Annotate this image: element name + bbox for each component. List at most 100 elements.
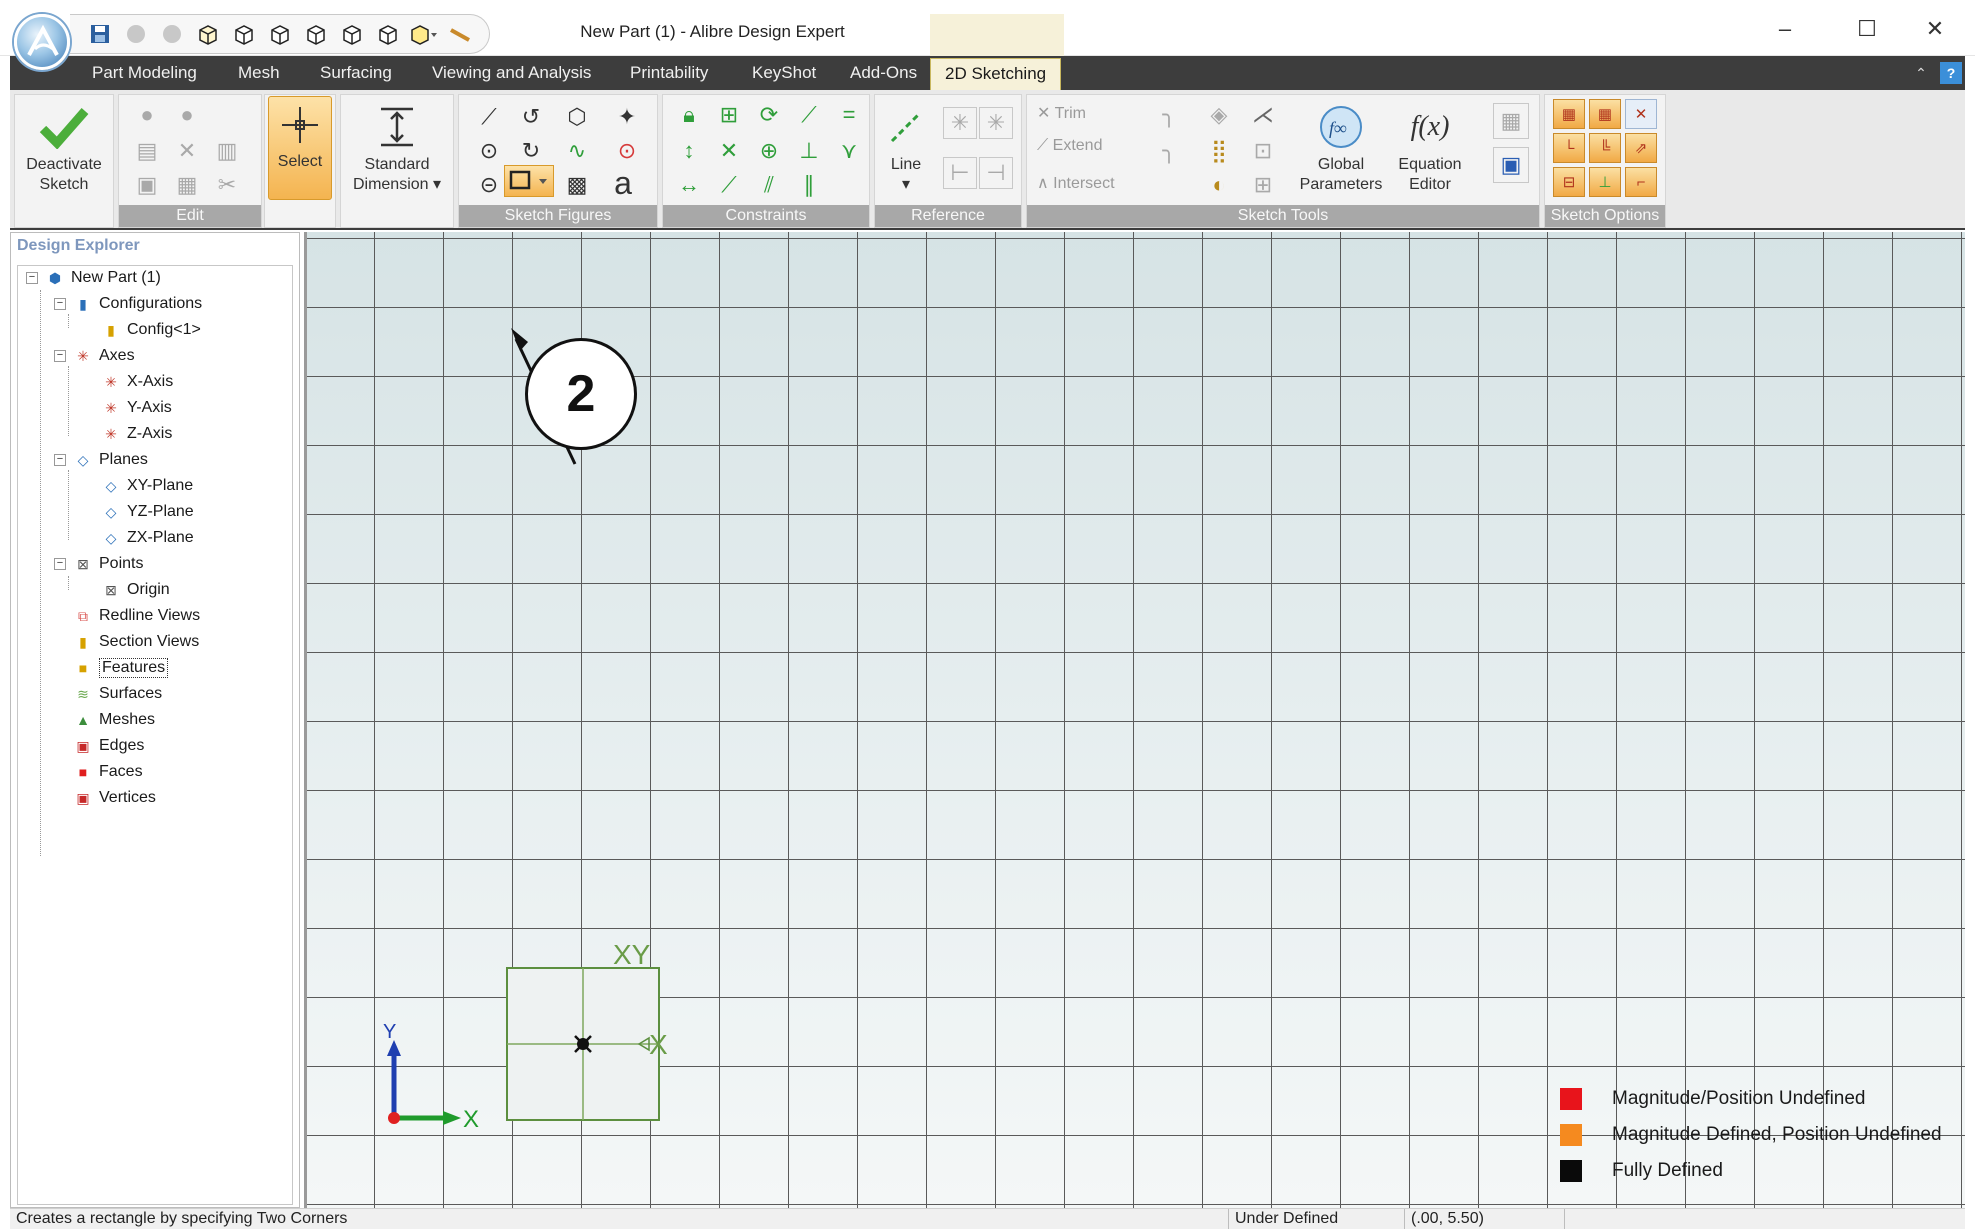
tree-node-surfaces[interactable]: ≋ Surfaces <box>74 682 162 706</box>
text-tool-icon[interactable]: a <box>607 165 639 201</box>
sketch-display-icon[interactable]: ⊟ <box>1553 167 1585 197</box>
sketch-image-icon[interactable]: ▩ <box>561 169 593 201</box>
tree-node-y-axis[interactable]: ✳ Y-Axis <box>102 396 172 420</box>
collapse-ribbon-icon[interactable]: ⌃ <box>1910 62 1932 84</box>
tree-node-configurations[interactable]: − ▮ Configurations <box>54 292 202 316</box>
tree-node-axes[interactable]: − ✳ Axes <box>54 344 135 368</box>
tree-node-redline-views[interactable]: ⧉ Redline Views <box>74 604 200 628</box>
analyze-icon[interactable]: ▦ <box>1493 103 1529 139</box>
view-cube-icon[interactable] <box>194 20 222 48</box>
tree-node-planes[interactable]: − ◇ Planes <box>54 448 148 472</box>
vertical-constraint-icon[interactable]: ↕ <box>673 135 705 167</box>
tree-node-part[interactable]: − ⬢ New Part (1) <box>26 266 161 290</box>
tangent-arc-icon[interactable]: ↻ <box>515 135 547 167</box>
tab-keyshot[interactable]: KeyShot <box>738 56 830 90</box>
tree-node-features[interactable]: ■ Features <box>74 656 169 680</box>
copy-icon[interactable]: ▤ <box>131 135 163 167</box>
sketch-viewport[interactable]: X XY Y X 2 <box>304 232 1965 1208</box>
tab-part-modeling[interactable]: Part Modeling <box>78 56 211 90</box>
tree-node-section-views[interactable]: ▮ Section Views <box>74 630 199 654</box>
ellipse-tool-icon[interactable]: ⊙ <box>611 135 643 167</box>
tree-node-x-axis[interactable]: ✳ X-Axis <box>102 370 173 394</box>
tab-surfacing[interactable]: Surfacing <box>306 56 406 90</box>
symmetric-constraint-icon[interactable]: ⋎ <box>833 135 865 167</box>
point-tool-icon[interactable]: ✦ <box>611 101 643 133</box>
rectangle-tool-button[interactable] <box>504 165 554 197</box>
delete-icon[interactable]: ✕ <box>171 135 203 167</box>
concentric-constraint-icon[interactable]: ⊕ <box>753 135 785 167</box>
reference-point-icon[interactable]: ✳ <box>943 107 977 139</box>
collapse-expander-icon[interactable]: − <box>54 298 66 310</box>
circle-tool-icon[interactable]: ⊙ <box>473 135 505 167</box>
perpendicular-constraint-icon[interactable]: ⊥ <box>793 135 825 167</box>
view-cube-icon[interactable] <box>302 20 330 48</box>
tree-node-origin[interactable]: ⊠ Origin <box>102 578 170 602</box>
disabled-circle-icon[interactable]: ● <box>131 99 163 131</box>
help-icon[interactable]: ? <box>1940 62 1962 84</box>
close-button[interactable]: ✕ <box>1910 12 1960 46</box>
sketch-inspector-icon[interactable]: ▣ <box>1493 147 1529 183</box>
lock-constraint-icon[interactable]: 🔒︎ <box>673 99 705 131</box>
offset-icon[interactable]: ◈ <box>1203 99 1235 131</box>
tree-node-points[interactable]: − ⊠ Points <box>54 552 143 576</box>
maximize-button[interactable]: ☐ <box>1842 12 1892 46</box>
intersect-button[interactable]: ∧ Intersect <box>1037 173 1115 193</box>
tree-node-yz-plane[interactable]: ◇ YZ-Plane <box>102 500 194 524</box>
horizontal-constraint-icon[interactable]: ↔ <box>673 169 705 201</box>
midpoint-constraint-icon[interactable]: ⊞ <box>713 99 745 131</box>
tree-node-faces[interactable]: ■ Faces <box>74 760 143 784</box>
paste-icon[interactable]: ▥ <box>211 135 243 167</box>
spline-tool-icon[interactable]: ∿ <box>561 135 593 167</box>
undo-icon[interactable] <box>122 20 150 48</box>
corner-display-icon[interactable]: ⌐ <box>1625 167 1657 197</box>
extend-button[interactable]: ⟋ Extend <box>1037 137 1102 155</box>
tree-node-zx-plane[interactable]: ◇ ZX-Plane <box>102 526 194 550</box>
tree-node-edges[interactable]: ▣ Edges <box>74 734 144 758</box>
show-relations-icon[interactable]: ⇗ <box>1625 133 1657 163</box>
equal-constraint-icon[interactable]: = <box>833 99 865 131</box>
chamfer-icon[interactable]: ╮ <box>1153 135 1185 167</box>
tab-2d-sketching[interactable]: 2D Sketching <box>930 58 1062 90</box>
line-tool-icon[interactable]: ⟋ <box>473 101 505 133</box>
ellipse-arc-icon[interactable]: ⊝ <box>473 169 505 201</box>
tree-node-z-axis[interactable]: ✳ Z-Axis <box>102 422 172 446</box>
collapse-expander-icon[interactable]: − <box>26 272 38 284</box>
standard-dimension-button[interactable]: Standard Dimension ▾ <box>345 99 449 195</box>
snap-options-icon[interactable]: ✕ <box>1625 99 1657 129</box>
global-parameters-button[interactable]: f∞ Global Parameters <box>1297 99 1385 195</box>
project-icon[interactable]: ⊢ <box>943 157 977 189</box>
tab-printability[interactable]: Printability <box>616 56 722 90</box>
collinear-constraint-icon[interactable]: ⟋ <box>793 99 825 131</box>
fillet-icon[interactable]: ╮ <box>1153 99 1185 131</box>
reference-line-button[interactable]: Line ▾ <box>879 99 933 195</box>
view-cube-icon[interactable] <box>230 20 258 48</box>
tangent-constraint-icon[interactable]: ⟳ <box>753 99 785 131</box>
parallel-constraint-icon[interactable]: ∥ <box>793 169 825 201</box>
pattern-icon[interactable]: ⣿ <box>1203 135 1235 167</box>
move-icon[interactable]: ⊡ <box>1247 135 1279 167</box>
disabled-circle-icon[interactable]: ● <box>171 99 203 131</box>
view-cube-icon[interactable] <box>266 20 294 48</box>
trim-button[interactable]: ✕ Trim <box>1037 103 1086 123</box>
tab-mesh[interactable]: Mesh <box>224 56 294 90</box>
redo-icon[interactable] <box>158 20 186 48</box>
convert-icon[interactable]: ◐ <box>1203 169 1235 201</box>
select-button[interactable]: Select <box>268 96 332 200</box>
tree-node-vertices[interactable]: ▣ Vertices <box>74 786 156 810</box>
show-dimensions-icon[interactable]: └ <box>1553 133 1585 163</box>
measure-icon[interactable] <box>446 20 474 48</box>
reference-point-icon[interactable]: ✳ <box>979 107 1013 139</box>
app-logo-icon[interactable] <box>14 14 70 70</box>
collapse-expander-icon[interactable]: − <box>54 350 66 362</box>
collapse-expander-icon[interactable]: − <box>54 454 66 466</box>
grid-options-icon[interactable]: ▦ <box>1553 99 1585 129</box>
cut-icon[interactable]: ✂ <box>211 169 243 201</box>
minimize-button[interactable]: – <box>1760 12 1810 46</box>
coincident-constraint-icon[interactable]: ⟋ <box>713 169 745 201</box>
polygon-tool-icon[interactable]: ⬡ <box>561 101 593 133</box>
constraint-display-icon[interactable]: ⊥ <box>1589 167 1621 197</box>
view-cube-icon[interactable] <box>374 20 402 48</box>
tab-add-ons[interactable]: Add-Ons <box>836 56 931 90</box>
arc-tool-icon[interactable]: ↺ <box>515 101 547 133</box>
slope-constraint-icon[interactable]: ⫽ <box>753 169 785 201</box>
